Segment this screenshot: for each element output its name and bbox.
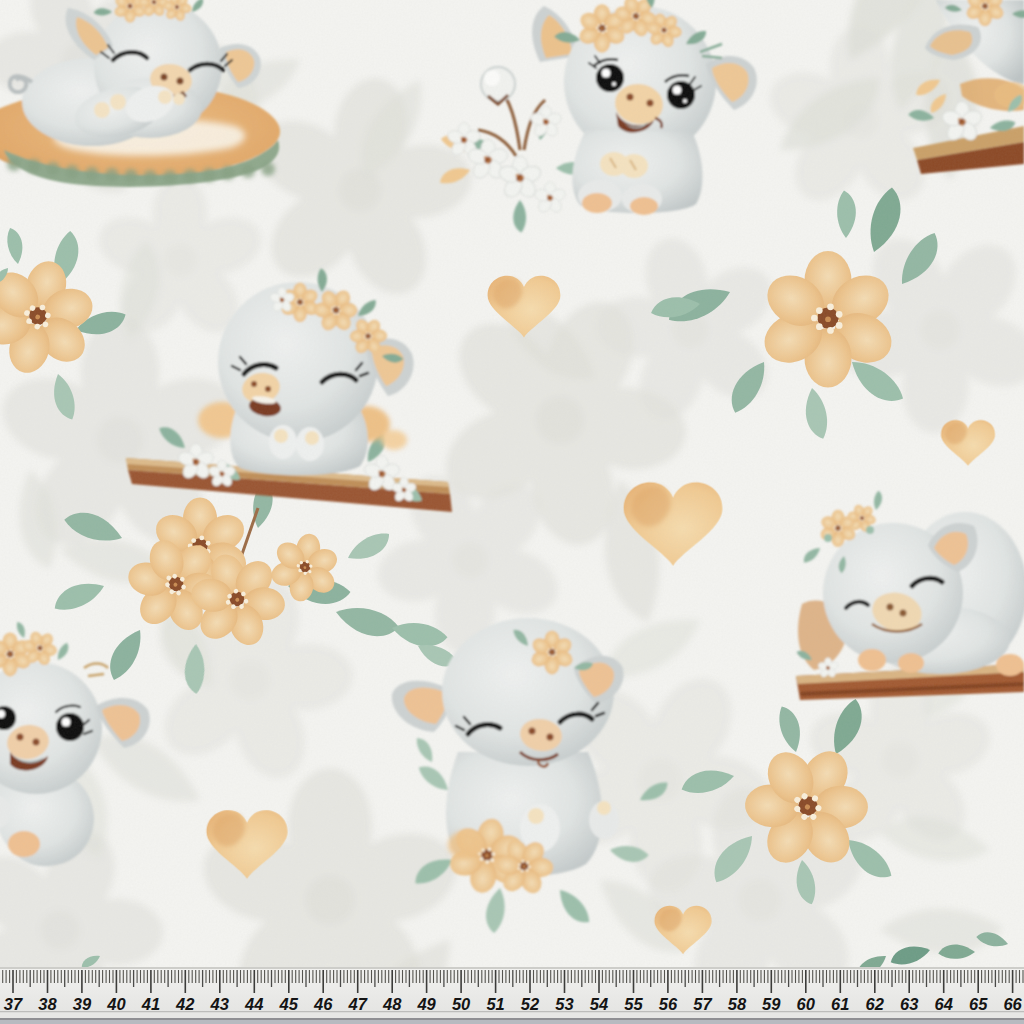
svg-text:39: 39 (73, 995, 92, 1013)
svg-text:60: 60 (797, 995, 816, 1013)
svg-text:54: 54 (590, 995, 608, 1013)
svg-text:41: 41 (141, 995, 160, 1013)
svg-text:65: 65 (969, 995, 988, 1013)
svg-text:42: 42 (175, 995, 194, 1013)
svg-text:57: 57 (693, 995, 712, 1013)
svg-text:53: 53 (555, 995, 573, 1013)
svg-text:45: 45 (279, 995, 299, 1013)
svg-text:64: 64 (935, 995, 953, 1013)
svg-text:40: 40 (106, 995, 126, 1013)
svg-text:56: 56 (659, 995, 678, 1013)
svg-text:62: 62 (866, 995, 884, 1013)
svg-text:50: 50 (452, 995, 471, 1013)
svg-text:51: 51 (486, 995, 504, 1013)
svg-text:59: 59 (762, 995, 781, 1013)
svg-text:47: 47 (348, 995, 368, 1013)
svg-text:44: 44 (244, 995, 263, 1013)
svg-text:43: 43 (210, 995, 229, 1013)
svg-text:52: 52 (521, 995, 539, 1013)
svg-text:58: 58 (728, 995, 747, 1013)
svg-text:66: 66 (1003, 995, 1022, 1013)
svg-text:46: 46 (313, 995, 333, 1013)
svg-text:49: 49 (416, 995, 436, 1013)
svg-text:48: 48 (382, 995, 402, 1013)
svg-text:55: 55 (624, 995, 643, 1013)
svg-text:63: 63 (900, 995, 918, 1013)
svg-text:38: 38 (38, 995, 57, 1013)
svg-text:61: 61 (831, 995, 849, 1013)
svg-text:37: 37 (4, 995, 23, 1013)
